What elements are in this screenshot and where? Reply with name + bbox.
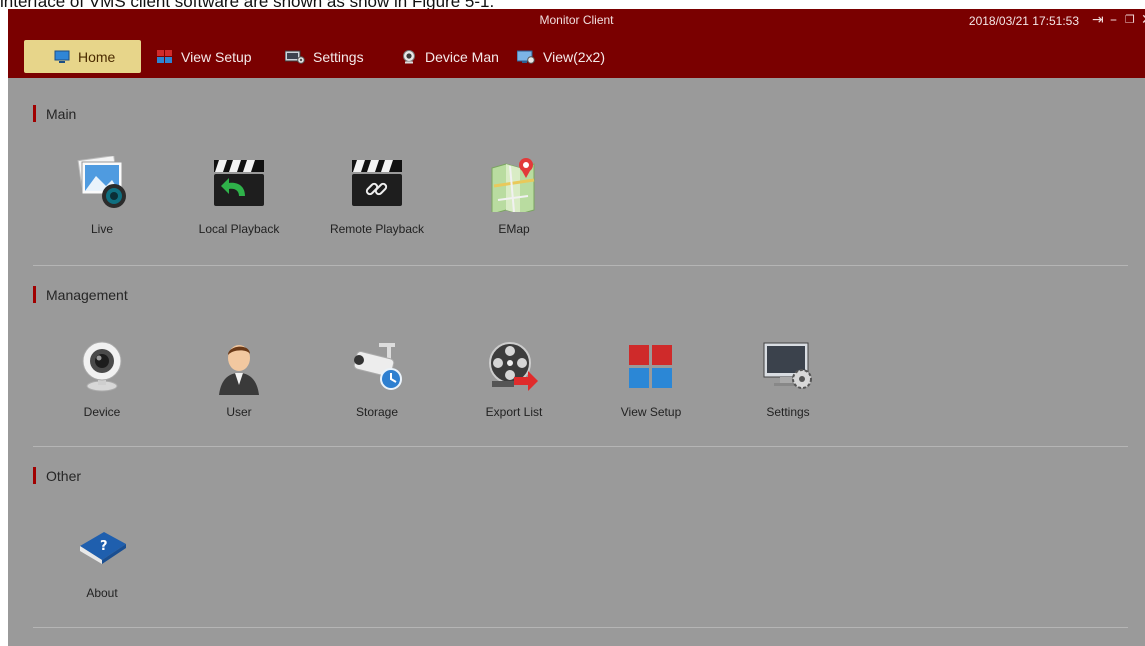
user-icon <box>213 339 265 395</box>
film-reel-export-icon <box>488 339 540 395</box>
tab-label: Device Man <box>425 48 499 65</box>
section-main-title: Main <box>33 105 76 122</box>
clapper-link-icon <box>351 156 403 212</box>
tile-label: View Setup <box>620 405 682 419</box>
title-bar: Monitor Client 2018/03/21 17:51:53 ⇥ – ❐… <box>8 9 1145 78</box>
clapper-return-icon <box>213 156 265 212</box>
help-book-icon: ? <box>76 520 128 576</box>
tile-label: Settings <box>766 405 810 419</box>
section-divider <box>33 446 1128 447</box>
tile-label: Local Playback <box>198 222 280 236</box>
tab-label: Home <box>78 48 116 65</box>
tab-home[interactable]: Home <box>24 40 141 73</box>
tile-storage[interactable]: Storage <box>309 339 445 439</box>
monitor-gear-icon <box>762 339 814 395</box>
tile-label: Live <box>90 222 113 236</box>
tile-label: Device <box>83 405 121 419</box>
section-divider <box>33 627 1128 628</box>
tile-user[interactable]: User <box>171 339 307 439</box>
close-button[interactable]: ✕ <box>1141 10 1145 30</box>
tile-about[interactable]: ? About <box>34 520 170 620</box>
document-caption: interface of VMS client software are sho… <box>0 0 1145 9</box>
section-marker <box>33 105 36 122</box>
tile-local-playback[interactable]: Local Playback <box>171 156 307 256</box>
tab-device-man[interactable]: Device Man <box>392 40 499 73</box>
section-divider <box>33 265 1128 266</box>
svg-text:?: ? <box>100 539 108 554</box>
section-marker <box>33 467 36 484</box>
datetime-readout: 2018/03/21 17:51:53 <box>968 14 1079 28</box>
tile-label: Remote Playback <box>329 222 425 236</box>
grid-icon <box>157 49 173 64</box>
section-management-title: Management <box>33 286 128 303</box>
tile-label: Export List <box>485 405 543 419</box>
monitor-icon <box>54 50 70 64</box>
section-label: Other <box>46 467 82 484</box>
tile-label: EMap <box>498 222 530 236</box>
view-monitor-icon <box>516 50 535 64</box>
tab-label: Settings <box>313 48 364 65</box>
tab-label: View Setup <box>181 48 252 65</box>
cctv-camera-icon <box>351 339 403 395</box>
tile-emap[interactable]: EMap <box>446 156 582 256</box>
tile-view-setup[interactable]: View Setup <box>583 339 719 439</box>
webcam-icon <box>76 339 128 395</box>
section-label: Management <box>46 286 128 303</box>
tile-label: Storage <box>355 405 399 419</box>
monitor-gear-icon <box>284 50 305 64</box>
tile-device[interactable]: Device <box>34 339 170 439</box>
photos-camera-icon <box>76 155 128 212</box>
menu-bar: Home View Setup Settings Device Man View… <box>8 39 1145 75</box>
map-pin-icon <box>488 156 540 215</box>
webcam-icon <box>401 49 417 64</box>
tab-view-2x2[interactable]: View(2x2) <box>508 40 605 73</box>
minimize-button[interactable]: – <box>1110 10 1117 30</box>
section-other-title: Other <box>33 467 81 484</box>
section-label: Main <box>46 105 77 122</box>
tile-settings[interactable]: Settings <box>720 339 856 439</box>
section-marker <box>33 286 36 303</box>
tab-view-setup[interactable]: View Setup <box>148 40 252 73</box>
tab-label: View(2x2) <box>543 48 605 65</box>
logout-icon[interactable]: ⇥ <box>1092 10 1104 30</box>
restore-button[interactable]: ❐ <box>1125 10 1135 30</box>
grid-icon <box>625 339 677 395</box>
tile-export-list[interactable]: Export List <box>446 339 582 439</box>
monitor-client-window: Monitor Client 2018/03/21 17:51:53 ⇥ – ❐… <box>8 9 1145 646</box>
tile-label: User <box>226 405 252 419</box>
tile-label: About <box>86 586 118 600</box>
tile-live[interactable]: Live <box>34 155 170 256</box>
tab-settings[interactable]: Settings <box>276 40 364 73</box>
tile-remote-playback[interactable]: Remote Playback <box>309 156 445 256</box>
